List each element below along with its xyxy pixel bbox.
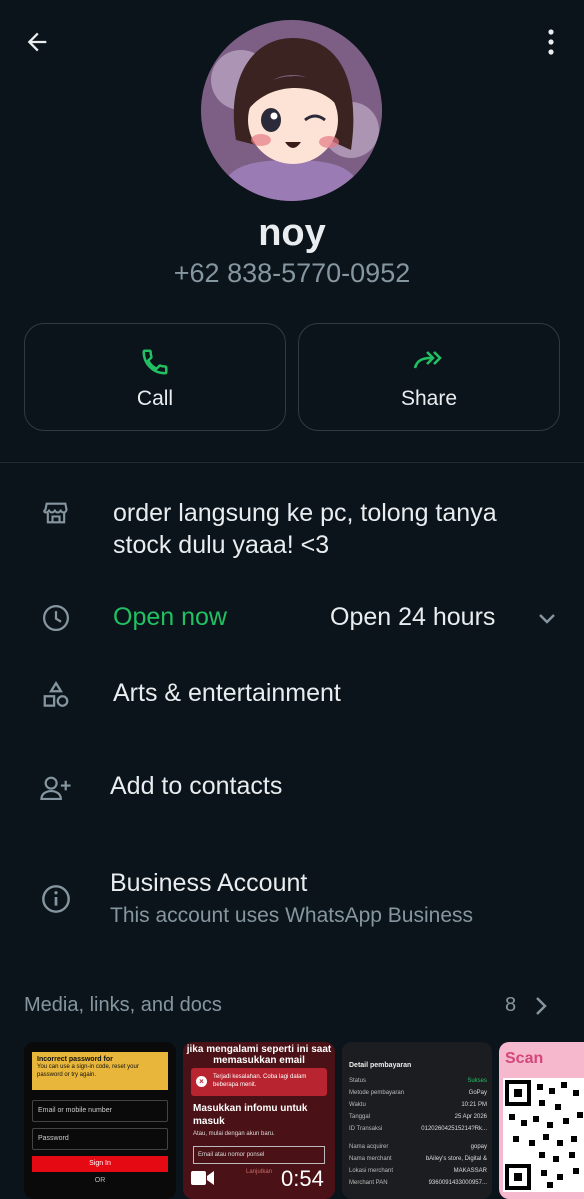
thumb3-row: Waktu 10:21 PM [349, 1102, 487, 1108]
thumb2-top-text: jika mengalami seperti ini saat memasukk… [186, 1044, 332, 1066]
thumb3-row: Lokasi merchant MAKASSAR [349, 1168, 487, 1174]
scan-label: Scan [505, 1050, 544, 1067]
business-account-subtitle: This account uses WhatsApp Business [110, 904, 474, 927]
thumb1-password-field: Password [32, 1128, 168, 1150]
forward-icon [413, 351, 442, 369]
thumb3-heading: Detail pembayaran [349, 1062, 412, 1069]
video-icon [191, 1171, 214, 1185]
back-button[interactable] [14, 22, 60, 62]
call-button[interactable]: Call [24, 323, 286, 431]
share-button[interactable]: Share [298, 323, 560, 431]
more-vertical-icon [548, 29, 554, 55]
business-account-title[interactable]: Business Account [110, 869, 307, 898]
share-label: Share [400, 387, 458, 410]
media-thumbnail-3[interactable]: Detail pembayaran Status Sukses Metode pe… [342, 1042, 492, 1199]
clock-icon [34, 596, 78, 640]
media-open-button[interactable] [530, 992, 552, 1020]
thumb3-row: Metode pembayaran GoPay [349, 1090, 487, 1096]
add-person-icon [34, 766, 78, 810]
add-to-contacts[interactable]: Add to contacts [110, 772, 282, 801]
thumb3-row: Nama acquirer gopay [349, 1144, 487, 1150]
thumb3-row: Status Sukses [349, 1078, 487, 1084]
error-box: Incorrect password for You can use a sig… [32, 1052, 168, 1090]
more-options-button[interactable] [536, 22, 566, 62]
thumb2-error-text: Terjadi kesalahan. Coba lagi dalam beber… [213, 1074, 307, 1088]
expand-hours-button[interactable] [532, 605, 562, 633]
thumb2-sub: Atau, mulai dengan akun baru. [193, 1131, 275, 1137]
thumb1-email-field: Email or mobile number [32, 1100, 168, 1122]
business-category: Arts & entertainment [113, 679, 341, 707]
media-count: 8 [505, 994, 517, 1016]
media-section-title[interactable]: Media, links, and docs [24, 994, 222, 1017]
qr-code [503, 1078, 584, 1192]
chevron-down-icon [539, 614, 555, 624]
chevron-right-icon [536, 997, 547, 1015]
call-label: Call [136, 387, 174, 410]
thumb3-row: Nama merchant bAiley's store, Digital & [349, 1156, 487, 1162]
arrow-back-icon [27, 32, 47, 52]
category-shapes-icon [34, 673, 78, 717]
phone-number: +62 838-5770-0952 [173, 258, 411, 288]
store-icon [34, 491, 78, 535]
media-thumbnail-2[interactable]: jika mengalami seperti ini saat memasukk… [183, 1042, 335, 1199]
media-thumbnail-1[interactable]: Incorrect password for You can use a sig… [24, 1042, 176, 1199]
thumb2-error: × Terjadi kesalahan. Coba lagi dalam beb… [191, 1068, 327, 1096]
contact-name: noy [258, 212, 326, 254]
thumb1-body: You can use a sign-in code, reset your p… [37, 1064, 139, 1078]
media-thumbnail-4[interactable]: Scan [499, 1042, 584, 1199]
thumb1-or: OR [94, 1177, 106, 1184]
thumb3-row: ID Transaksi 012026042515214?Rk... [349, 1126, 487, 1132]
thumb2-input: Email atau nomor ponsel [193, 1146, 325, 1164]
thumb2-heading: Masukkan infomu untuk masuk [193, 1103, 308, 1127]
avatar[interactable] [201, 20, 382, 201]
business-description: order langsung ke pc, tolong tanya stock… [113, 499, 497, 559]
close-icon: × [196, 1076, 207, 1087]
thumb1-signin-button: Sign In [32, 1156, 168, 1172]
phone-icon [142, 349, 168, 375]
divider [0, 462, 584, 463]
thumb1-heading: Incorrect password for [37, 1056, 113, 1063]
thumb3-row: Tanggal 25 Apr 2026 [349, 1114, 487, 1120]
video-duration: 0:54 [281, 1166, 324, 1191]
open-status: Open now [113, 603, 227, 631]
business-hours[interactable]: Open 24 hours [330, 603, 495, 632]
info-icon [34, 877, 78, 921]
thumb3-row: Merchant PAN 9360091433000957... [349, 1180, 487, 1186]
